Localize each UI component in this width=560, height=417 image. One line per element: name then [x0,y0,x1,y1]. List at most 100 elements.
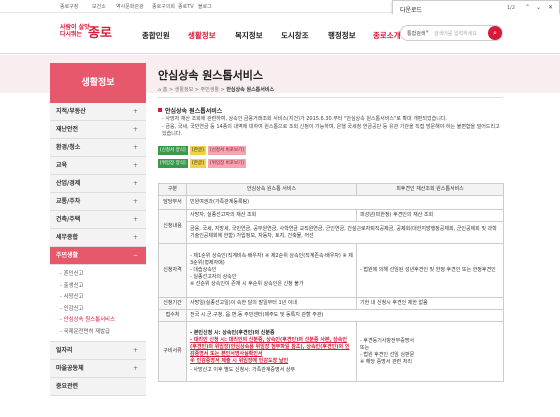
breadcrumb-current: 안심상속 원스톱서비스 [226,87,275,93]
table-row: 담당부서 민원여권과(가족관계등록팀) [158,195,504,210]
sidebar-item-cadastral[interactable]: 지적/부동산 + [50,103,146,121]
breadcrumb-home[interactable]: 홈 [163,87,168,93]
nav-admin[interactable]: 행정정보 [328,30,356,41]
row-label: 신청내용 [158,209,187,244]
submenu-item-inheritance[interactable]: - 안심상속 원스톱서비스 [60,315,146,327]
plus-icon: + [132,216,138,223]
table-row: 접수처 전국 시.군.구청, 읍.면.동 주민센터(제주도 및 동특지 관할 주… [158,309,504,322]
nav-welfare[interactable]: 복지정보 [235,30,263,41]
plus-icon: + [132,347,138,354]
plus-icon: + [132,198,138,205]
utility-link-culture-tourism[interactable]: 역사문화관광 [116,3,144,10]
plus-icon: + [132,162,138,169]
search-input[interactable]: 검색어를 입력하세요 [434,30,477,37]
site-logo[interactable]: 사람이 살맛 다시뛰는 종로 [60,22,122,46]
sidebar-item-environment[interactable]: 환경/청소 + [50,139,146,157]
breadcrumb-resident[interactable]: 주민생활 [201,87,219,93]
description-1: - 사망자 재산 조회에 관련하여, 상속인 금융거래조회 서비스(지건)가 2… [162,116,447,122]
plus-icon: + [132,234,138,241]
sidebar-item-traffic[interactable]: 교통/주차 + [50,193,146,211]
row-label: 담당부서 [158,195,187,210]
plus-icon: + [132,180,138,187]
table-cell: 기한 내 신청시 후견인 제한 없음 [356,297,504,310]
plus-icon: + [132,144,138,151]
table-cell: - 법원에 의해 선임된 성년후견인 및 한정 후견인 또는 한정후견인 [356,243,504,298]
sidebar-item-jobs[interactable]: 일자리 + [50,342,146,360]
submenu-item-death[interactable]: - 사망신고 [60,292,146,304]
section-title: 안심상속 원스톱서비스 [158,106,222,115]
table-header: 구분 [158,183,187,196]
sidebar-item-disaster[interactable]: 재난안전 + [50,121,146,139]
search-icon[interactable]: ⌕ [488,26,502,40]
sidebar-menu: 지적/부동산 + 재난안전 + 환경/청소 + 교육 + 산업/경제 + 교통/주차 + 건… [50,103,146,396]
minus-icon: − [132,252,138,259]
submenu-item-license[interactable]: - 국제운전면허 재발급 [60,327,146,339]
plus-icon: + [132,108,138,115]
application-form-preview-link[interactable]: [신청서 비포보기] [208,146,246,155]
sidebar-item-tax[interactable]: 세무종합 + [50,229,146,247]
row-label: 신청자격 [158,243,187,298]
find-input[interactable]: 다운로드 [400,5,422,14]
table-cell: 사망자, 실종선고자의 재산 조회 [186,209,357,222]
utility-link-tv[interactable]: 종로TV [178,3,194,10]
utility-link-jongno-office[interactable]: 종로구청 [60,3,78,10]
breadcrumb: ⌂ 홈 > 생활정보 > 주민생활 > 안심상속 원스톱서비스 [158,87,275,93]
utility-link-blog[interactable]: 블로그 [198,3,212,10]
sidebar-item-resident-life[interactable]: 주민생활 − [50,247,146,265]
power-of-attorney-preview-link[interactable]: [위임장 비포보기] [208,159,246,168]
power-of-attorney-label: [위임장 양식] [158,159,188,168]
table-cell: - 본인신청 시: 상속인(후견인)의 신분증 - 대리인 신청 시: 대리인의… [186,321,357,382]
table-row: 금융, 국세, 지방세, 국민연금, 공무원연금, 사학연금 교직원연금, 군인… [159,221,504,244]
home-icon[interactable]: ⌂ [158,87,161,93]
nav-general-civil[interactable]: 종합민원 [142,30,170,41]
table-cell: - 후견등기사항전부증명서 또는 - 법원 후견인 선임 심판문 ※ 해당 증명… [356,321,504,382]
table-header: 안심상속 원스톱 서비스 [186,183,357,196]
plus-icon: + [132,126,138,133]
plus-icon: + [132,365,138,372]
utility-link-council[interactable]: 종로구의회 [152,3,175,10]
nav-urban[interactable]: 도시창조 [281,30,309,41]
logo-name: 종로 [88,26,112,41]
find-prev-icon[interactable]: ⌃ [525,4,530,11]
table-row: 신청기간 사망일(실종선고일)이 속한 달의 말일부터 1년 이내 기한 내 신… [158,297,504,310]
title-divider [158,97,503,98]
chevron-down-icon[interactable]: ▾ [426,29,429,35]
sidebar-submenu: - 혼인신고 - 출생신고 - 사망신고 - 인감신고 - 안심상속 원스톱서비… [50,265,146,342]
search-scope-select[interactable]: 통합검색 [407,30,425,37]
sidebar-title: 생활정보 [50,63,146,103]
table-row: 신청내용 사망자, 실종선고자의 재산 조회 피성년(피한정) 후견인의 재산 … [158,209,504,244]
table-cell: - 제1순위 상속인(직계비속·배우자) ※ 제2순위 상속인(직계존속·배우자… [186,243,357,298]
attachment-reference-link[interactable]: - 대리인 신청 시: 대리인의 신분증, 상속인(후견인)의 신분증 사본, … [190,337,349,357]
table-cell: 금융, 국세, 지방세, 국민연금, 공무원연금, 사학연금 교직원연금, 군인… [186,221,504,244]
site-header: 사람이 살맛 다시뛰는 종로 종합민원 생활정보 복지정보 도시창조 행정정보 … [0,14,560,54]
submenu-item-birth[interactable]: - 출생신고 [60,281,146,293]
sidebar-item-economy[interactable]: 산업/경제 + [50,175,146,193]
description-2: - 금융, 국세, 국민연금 등 14종의 내역에 대하여 원스톱으로 조회 신… [162,124,500,137]
table-cell: 민원여권과(가족관계등록팀) [186,195,504,210]
find-close-icon[interactable]: ✕ [548,4,553,11]
row-label: 구비서류 [158,321,187,382]
find-next-icon[interactable]: ⌄ [536,4,541,11]
submenu-item-seal[interactable]: - 인감신고 [60,304,146,316]
application-form-label: [신청서 양식] [158,146,188,155]
sidebar-item-related[interactable]: 중요관련 [50,378,146,396]
nav-life-info[interactable]: 생활정보 [188,30,216,41]
table-cell: 사망일(실종선고일)이 속한 달의 말일부터 1년 이내 [186,297,357,310]
sidebar-item-education[interactable]: 교육 + [50,157,146,175]
table-header-row: 구분 안심상속 원스톱 서비스 피후견인 재산조회 원스톱서비스 [158,183,504,196]
breadcrumb-life[interactable]: 생활정보 [175,87,193,93]
application-form-hwp-link[interactable]: [한글] [190,146,206,155]
submenu-item-marriage[interactable]: - 혼인신고 [60,269,146,281]
utility-link-health-center[interactable]: 보건소 [92,3,106,10]
service-comparison-table: 구분 안심상속 원스톱 서비스 피후견인 재산조회 원스톱서비스 담당부서 민원… [158,183,504,382]
nav-about[interactable]: 종로소개 [373,30,401,41]
power-of-attorney-hwp-link[interactable]: [한글] [190,159,206,168]
find-match-count: 1/2 [507,5,516,11]
table-row: 신청자격 - 제1순위 상속인(직계비속·배우자) ※ 제2순위 상속인(직계존… [158,243,504,298]
sidebar-item-housing[interactable]: 건축/주택 + [50,211,146,229]
row-label: 접수처 [158,309,187,322]
table-cell: 피성년(피한정) 후견인의 재산 조회 [356,209,504,222]
sidebar-item-community[interactable]: 마을공동체 + [50,360,146,378]
row-label: 신청기간 [158,297,187,310]
table-header: 피후견인 재산조회 원스톱서비스 [356,183,504,196]
